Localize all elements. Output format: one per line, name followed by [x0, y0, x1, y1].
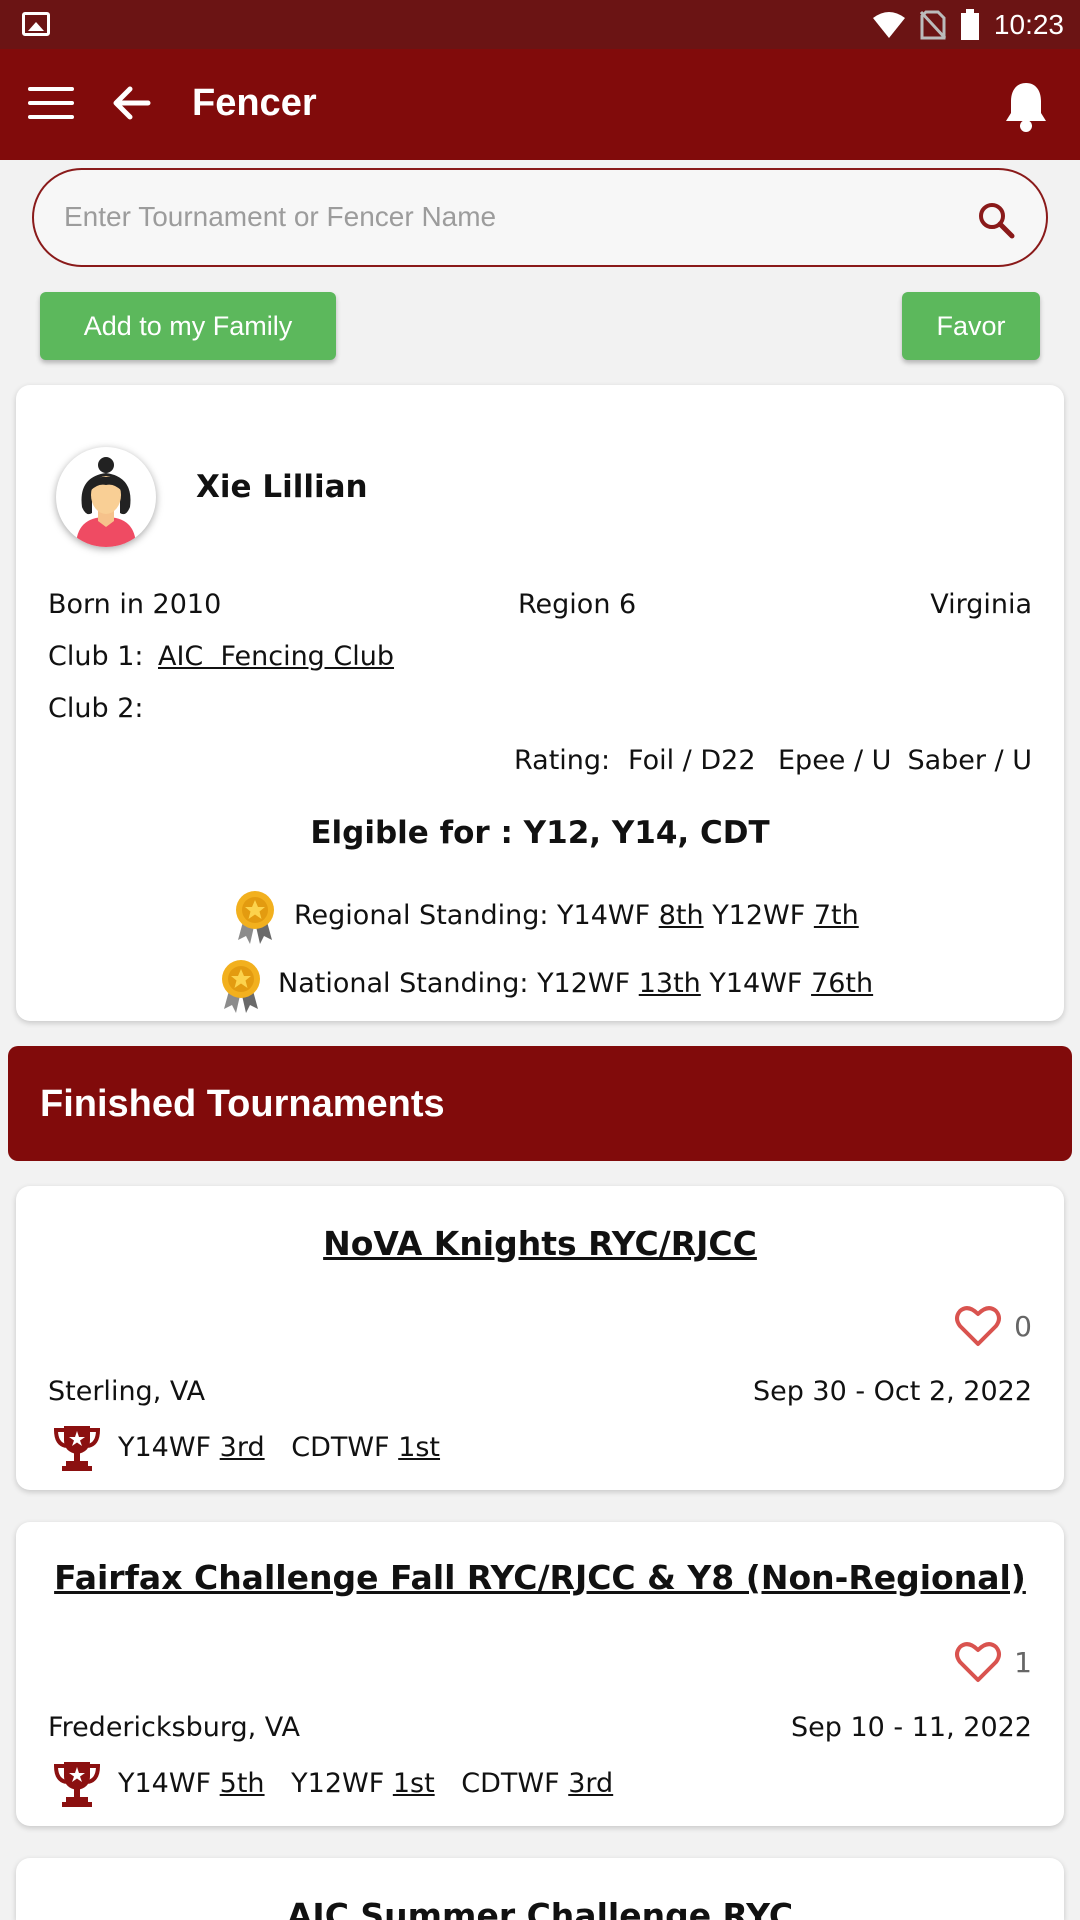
image-notification-icon	[22, 12, 50, 36]
result-place[interactable]: 3rd	[568, 1768, 613, 1799]
search-input[interactable]: Enter Tournament or Fencer Name	[64, 201, 496, 233]
national-standing: National Standing: Y12WF 13th Y14WF 76th	[278, 968, 873, 999]
eligibility: Elgible for : Y12, Y14, CDT	[310, 815, 770, 851]
battery-icon	[960, 8, 979, 40]
search-icon[interactable]	[976, 200, 1016, 240]
finished-tournaments-header: Finished Tournaments	[8, 1046, 1072, 1161]
wifi-icon	[872, 11, 905, 38]
menu-icon[interactable]	[28, 87, 74, 121]
tournament-name-link[interactable]: NoVA Knights RYC/RJCC	[16, 1224, 1064, 1263]
result-place[interactable]: 3rd	[220, 1432, 265, 1463]
regional-rank-2[interactable]: 7th	[814, 900, 859, 931]
tournament-card[interactable]: AIC Summer Challenge RYC	[16, 1858, 1064, 1920]
heart-icon[interactable]	[954, 1304, 1002, 1348]
add-to-family-button[interactable]: Add to my Family	[40, 292, 336, 360]
heart-icon[interactable]	[954, 1640, 1002, 1684]
avatar	[56, 447, 156, 547]
medal-icon	[236, 891, 274, 944]
result-event: Y14WF	[118, 1768, 212, 1799]
club1-link[interactable]: AIC Fencing Club	[158, 641, 394, 672]
status-time: 10:23	[993, 8, 1064, 40]
tournament-dates: Sep 30 - Oct 2, 2022	[752, 1376, 1032, 1407]
tournament-name-link[interactable]: Fairfax Challenge Fall RYC/RJCC & Y8 (No…	[16, 1558, 1064, 1597]
rating-label: Rating:	[514, 745, 611, 776]
no-sim-icon	[919, 10, 946, 39]
region: Region 6	[518, 589, 637, 620]
result-event: CDTWF	[291, 1432, 390, 1463]
national-standing-label: National Standing:	[278, 968, 529, 999]
tournament-results: Y14WF 3rd CDTWF 1st	[118, 1432, 458, 1463]
club2-label: Club 2:	[48, 693, 144, 724]
notification-bell-icon[interactable]	[1002, 79, 1050, 133]
tournament-location: Sterling, VA	[48, 1376, 206, 1407]
regional-standing-label: Regional Standing:	[294, 900, 549, 931]
tournament-results: Y14WF 5th Y12WF 1st CDTWF 3rd	[118, 1768, 631, 1799]
trophy-icon	[53, 1426, 101, 1471]
fencer-name: Xie Lillian	[196, 469, 368, 505]
tournament-card[interactable]: Fairfax Challenge Fall RYC/RJCC & Y8 (No…	[16, 1522, 1064, 1826]
national-rank-1[interactable]: 13th	[639, 968, 701, 999]
favor-button[interactable]: Favor	[902, 292, 1040, 360]
like-count: 0	[1014, 1310, 1032, 1343]
regional-rank-1[interactable]: 8th	[659, 900, 704, 931]
result-event: Y14WF	[118, 1432, 212, 1463]
regional-event-1: Y14WF	[557, 900, 651, 931]
page-title: Fencer	[192, 82, 317, 124]
trophy-icon	[53, 1762, 101, 1807]
tournament-dates: Sep 10 - 11, 2022	[791, 1712, 1032, 1743]
result-place[interactable]: 5th	[220, 1768, 265, 1799]
app-bar: Fencer	[0, 49, 1080, 160]
search-bar[interactable]: Enter Tournament or Fencer Name	[32, 168, 1048, 267]
status-bar: 10:23	[0, 0, 1080, 49]
result-place[interactable]: 1st	[393, 1768, 435, 1799]
club1-label: Club 1:	[48, 641, 144, 672]
state: Virginia	[930, 589, 1032, 620]
regional-standing: Regional Standing: Y14WF 8th Y12WF 7th	[294, 900, 859, 931]
result-place[interactable]: 1st	[398, 1432, 440, 1463]
rating-saber: Saber / U	[907, 745, 1032, 776]
result-event: Y12WF	[291, 1768, 385, 1799]
national-rank-2[interactable]: 76th	[811, 968, 873, 999]
tournament-card[interactable]: NoVA Knights RYC/RJCC 0 Sterling, VA Sep…	[16, 1186, 1064, 1490]
avatar-woman-icon	[76, 457, 136, 547]
national-event-2: Y14WF	[709, 968, 803, 999]
tournament-location: Fredericksburg, VA	[48, 1712, 300, 1743]
national-event-1: Y12WF	[537, 968, 631, 999]
rating-foil: Foil / D22	[628, 745, 756, 776]
regional-event-2: Y12WF	[712, 900, 806, 931]
medal-icon	[222, 960, 260, 1013]
like-count: 1	[1014, 1646, 1032, 1679]
rating-epee: Epee / U	[778, 745, 892, 776]
fencer-profile-card: Xie Lillian Born in 2010 Region 6 Virgin…	[16, 385, 1064, 1021]
section-title: Finished Tournaments	[40, 1083, 445, 1125]
back-arrow-icon[interactable]	[108, 79, 156, 127]
result-event: CDTWF	[461, 1768, 560, 1799]
birth-year: Born in 2010	[48, 589, 222, 620]
tournament-name-link[interactable]: AIC Summer Challenge RYC	[16, 1896, 1064, 1920]
